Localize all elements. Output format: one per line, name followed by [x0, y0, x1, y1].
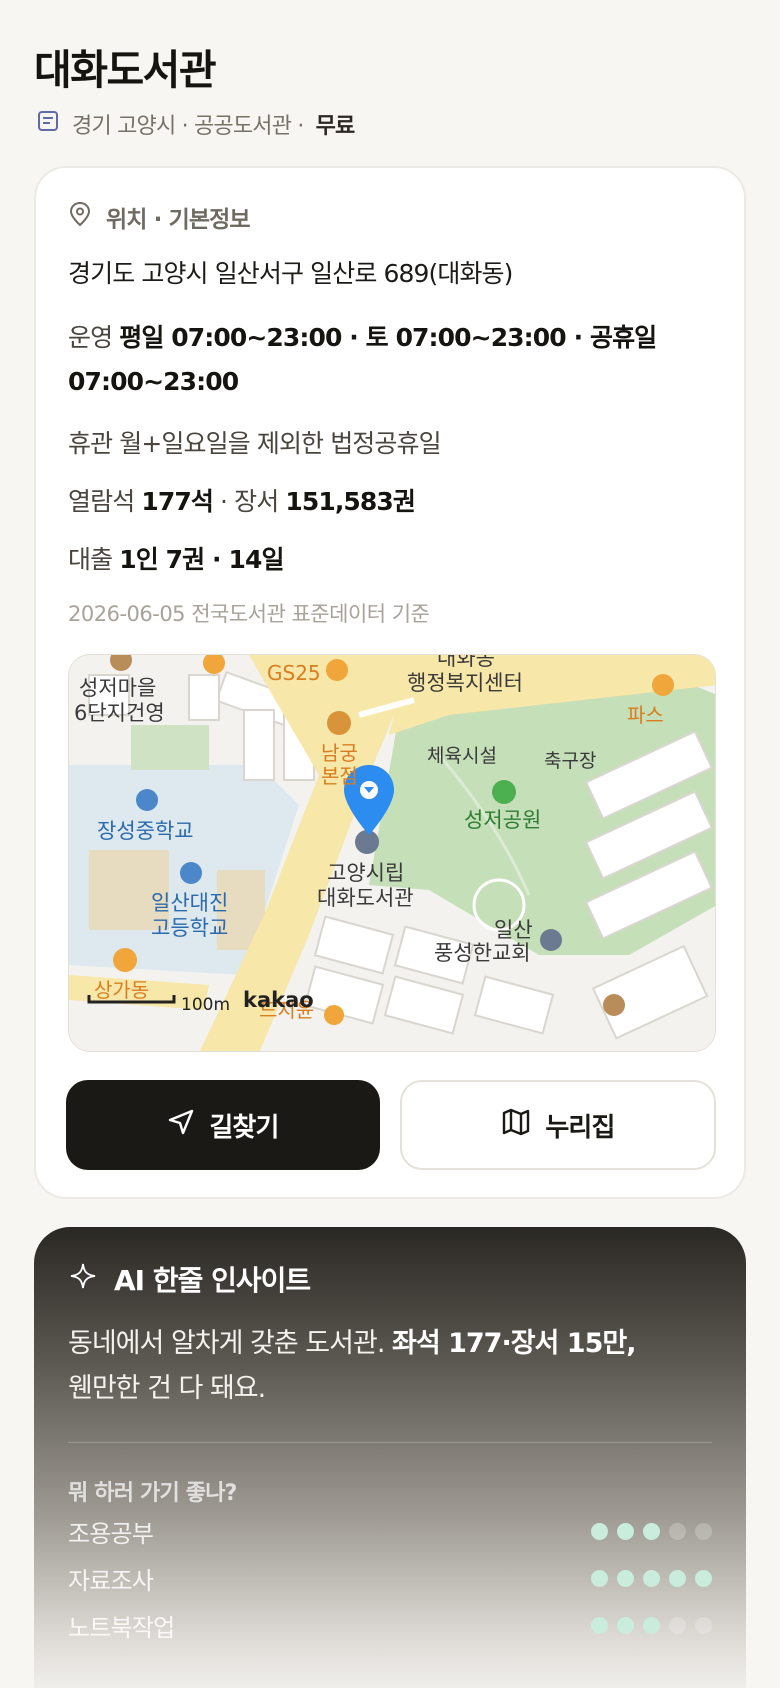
hours-line1: 평일 07:00~23:00 · 토 07:00~23:00 · 공휴일: [119, 323, 657, 352]
location-map[interactable]: 성저마을 6단지건영 행정복지센터 대화동 체육시설 축구장 성저공원 고양시립…: [68, 654, 716, 1052]
closed-label: 휴관: [68, 429, 113, 458]
rating-dot: [695, 1569, 712, 1587]
map-label-church-1: 일산: [494, 918, 533, 942]
meta-region: 경기 고양시 · 공공도서관 ·: [72, 114, 304, 139]
rating-label: 조용공부: [68, 1519, 154, 1548]
page-title: 대화도서관: [34, 46, 217, 94]
rating-row: 조용공부: [68, 1511, 712, 1551]
map-label-office: 행정복지센터: [407, 671, 523, 695]
ai-text-bold: 좌석 177·장서 15만,: [392, 1328, 636, 1359]
map-label-sports: 체육시설: [427, 745, 497, 767]
rating-dots: [591, 1569, 712, 1587]
map-scale: 100m: [181, 995, 230, 1015]
hours-line2: 07:00~23:00: [68, 367, 239, 396]
rating-dot: [695, 1522, 712, 1540]
map-label-high-school-2: 고등학교: [151, 916, 228, 940]
data-source: 2026-06-05 전국도서관 표준데이터 기준: [68, 602, 430, 626]
sparkle-icon: [70, 1263, 96, 1296]
rating-dot: [669, 1522, 686, 1540]
location-pin-icon: [68, 201, 92, 233]
map-label-office-top: 대화동: [437, 655, 495, 670]
loan-label: 대출: [68, 545, 113, 574]
rating-dot: [617, 1569, 634, 1587]
meta-fee: 무료: [315, 114, 356, 139]
directions-button[interactable]: 길찾기: [66, 1080, 380, 1170]
seats-value: 177석: [141, 487, 213, 516]
books-value: 151,583권: [285, 487, 416, 516]
rating-dots: [591, 1616, 712, 1634]
ai-insight-title: AI 한줄 인사이트: [114, 1264, 311, 1297]
document-icon: [36, 109, 60, 139]
rating-label: 자료조사: [68, 1566, 154, 1595]
map-label-shop: 상가동: [94, 978, 149, 1002]
rating-dot: [643, 1569, 660, 1587]
rating-row: 자료조사: [68, 1558, 712, 1598]
rating-dot: [669, 1569, 686, 1587]
hours-label: 운영: [68, 323, 113, 352]
section-header: 위치 · 기본정보: [68, 200, 718, 234]
rating-row: 노트북작업: [68, 1605, 712, 1645]
directions-label: 길찾기: [209, 1112, 279, 1143]
ai-text-normal: 동네에서 알차게 갖춘 도서관.: [68, 1328, 385, 1359]
navigation-arrow-icon: [167, 1108, 195, 1143]
ai-question: 뭐 하러 가기 좋나?: [68, 1481, 237, 1506]
rating-dot: [643, 1522, 660, 1540]
rating-dot: [617, 1616, 634, 1634]
seats-books: 열람석 177석 · 장서 151,583권: [68, 482, 718, 518]
map-label-apt-2: 6단지건영: [74, 701, 165, 725]
ai-insight-card: AI 한줄 인사이트 동네에서 알차게 갖춘 도서관. 좌석 177·장서 15…: [34, 1227, 746, 1688]
map-label-apt: 성저마을: [79, 676, 156, 700]
rating-dots: [591, 1522, 712, 1540]
books-label: · 장서: [220, 487, 279, 516]
map-label-library-2: 대화도서관: [317, 886, 414, 910]
rating-dot: [617, 1522, 634, 1540]
ai-insight-text: 동네에서 알차게 갖춘 도서관. 좌석 177·장서 15만, 웬만한 건 다 …: [68, 1321, 708, 1411]
rating-dot: [591, 1569, 608, 1587]
rating-dot: [643, 1616, 660, 1634]
section-title: 위치 · 기본정보: [106, 207, 251, 233]
map-label-restaurant-2: 본점: [321, 764, 358, 788]
map-label-park: 성저공원: [464, 808, 541, 832]
closed-days: 휴관 월+일요일을 제외한 법정공휴일: [68, 424, 718, 460]
rating-dot: [591, 1616, 608, 1634]
library-meta: 경기 고양시 · 공공도서관 · 무료: [36, 108, 356, 140]
map-brand: kakao: [243, 988, 314, 1012]
website-button[interactable]: 누리집: [400, 1080, 716, 1170]
address: 경기도 고양시 일산서구 일산로 689(대화동): [68, 259, 513, 288]
map-label-high-school-1: 일산대진: [151, 891, 228, 915]
loan-value: 1인 7권 · 14일: [119, 545, 284, 574]
loan-policy: 대출 1인 7권 · 14일: [68, 540, 718, 576]
rating-dot: [669, 1616, 686, 1634]
map-label-church-2: 풍성한교회: [434, 941, 531, 965]
operating-hours: 운영 평일 07:00~23:00 · 토 07:00~23:00 · 공휴일 …: [68, 316, 718, 404]
map-label-middle-school: 장성중학교: [97, 819, 194, 843]
map-icon: [501, 1108, 531, 1143]
map-label-gs25: GS25: [267, 661, 321, 685]
seats-label: 열람석: [68, 487, 135, 516]
rating-dot: [695, 1616, 712, 1634]
ai-text-line2: 웬만한 건 다 돼요.: [68, 1373, 266, 1404]
ai-insight-header: AI 한줄 인사이트: [70, 1259, 311, 1299]
rating-dot: [591, 1522, 608, 1540]
map-label-soccer: 축구장: [544, 750, 596, 772]
map-label-restaurant-1: 남궁: [321, 741, 358, 765]
map-label-pasu: 파스: [627, 703, 664, 727]
divider: [68, 1442, 712, 1443]
info-card: 위치 · 기본정보 경기도 고양시 일산서구 일산로 689(대화동) 운영 평…: [34, 166, 746, 1199]
rating-label: 노트북작업: [68, 1613, 175, 1642]
website-label: 누리집: [545, 1112, 615, 1143]
closed-value: 월+일요일을 제외한 법정공휴일: [119, 429, 441, 458]
map-label-library-1: 고양시립: [327, 861, 404, 885]
